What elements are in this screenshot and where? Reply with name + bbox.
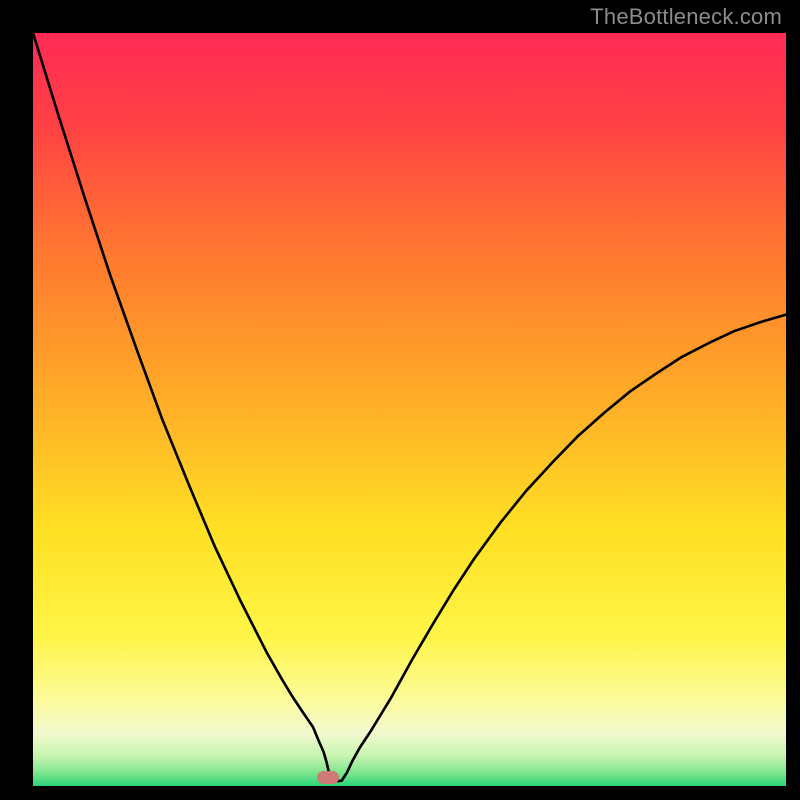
watermark-text: TheBottleneck.com [590,4,782,30]
bottleneck-curve [33,33,786,786]
plot-area [33,33,786,786]
chart-frame: TheBottleneck.com [0,0,800,800]
optimum-marker [317,771,339,784]
